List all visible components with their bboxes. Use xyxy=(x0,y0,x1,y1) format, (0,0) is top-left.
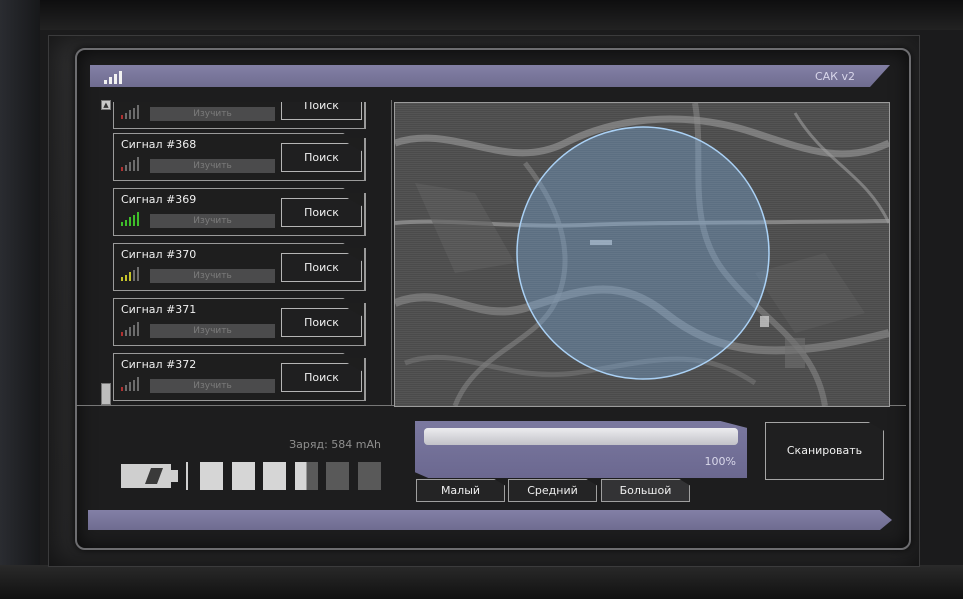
signal-strength-icon xyxy=(104,70,124,84)
battery-cell xyxy=(326,462,349,490)
scan-progress-fill xyxy=(424,428,738,445)
signal-item: Изучить Поиск xyxy=(113,102,366,129)
search-button[interactable]: Поиск xyxy=(281,198,362,227)
map-terrain xyxy=(395,103,889,406)
signal-name: Сигнал #372 xyxy=(121,358,197,371)
battery-cell xyxy=(357,462,381,490)
search-button[interactable]: Поиск xyxy=(281,308,362,337)
background-bottom xyxy=(0,565,963,599)
battery-separator xyxy=(186,462,188,490)
size-large-button[interactable]: Большой xyxy=(601,479,690,502)
battery-cell xyxy=(294,462,318,490)
signal-name: Сигнал #369 xyxy=(121,193,197,206)
signal-bar xyxy=(137,267,139,281)
signal-bar xyxy=(125,219,127,226)
signal-bar xyxy=(129,162,131,171)
scan-progress-bar xyxy=(424,428,738,445)
signal-bar xyxy=(121,332,123,336)
signal-item: Сигнал #369 Изучить Поиск xyxy=(113,188,366,236)
signal-bar xyxy=(129,327,131,336)
signal-bar xyxy=(129,217,131,226)
study-button[interactable]: Изучить xyxy=(150,159,275,173)
background-top xyxy=(0,0,963,30)
background-left xyxy=(0,0,40,599)
signal-item: Сигнал #371 Изучить Поиск xyxy=(113,298,366,346)
battery-cell xyxy=(263,462,286,490)
signal-bar xyxy=(125,329,127,336)
signal-bar xyxy=(121,115,123,119)
signal-bar xyxy=(133,214,135,226)
study-button[interactable]: Изучить xyxy=(150,379,275,393)
signal-bar xyxy=(137,212,139,226)
signal-name: Сигнал #370 xyxy=(121,248,197,261)
signal-name: Сигнал #368 xyxy=(121,138,197,151)
header-bar xyxy=(90,65,890,87)
scroll-up-arrow-icon[interactable]: ▲ xyxy=(101,100,111,110)
panel-divider-vertical xyxy=(391,100,392,406)
scroll-thumb[interactable] xyxy=(101,383,111,405)
battery-cells xyxy=(200,462,382,490)
signal-bar xyxy=(137,105,139,119)
signal-bar xyxy=(125,274,127,281)
signal-bars-icon xyxy=(121,105,147,119)
signal-item: Сигнал #372 Изучить Поиск xyxy=(113,353,366,401)
signal-bar xyxy=(125,112,127,119)
study-button[interactable]: Изучить xyxy=(150,107,275,121)
search-button[interactable]: Поиск xyxy=(281,143,362,172)
signal-bar xyxy=(121,277,123,281)
signal-bar xyxy=(125,164,127,171)
battery-cell xyxy=(231,462,255,490)
footer-bar xyxy=(88,510,892,530)
signal-bar xyxy=(133,269,135,281)
study-button[interactable]: Изучить xyxy=(150,269,275,283)
signal-bar xyxy=(133,324,135,336)
scan-button[interactable]: Сканировать xyxy=(765,422,884,480)
scan-progress-text: 100% xyxy=(704,455,736,468)
signal-bar xyxy=(129,110,131,119)
scan-map[interactable] xyxy=(394,102,890,407)
signal-item: Сигнал #368 Изучить Поиск xyxy=(113,133,366,181)
signal-bar xyxy=(125,384,127,391)
signal-bars-icon xyxy=(121,322,147,336)
signal-item: Сигнал #370 Изучить Поиск xyxy=(113,243,366,291)
signal-bar xyxy=(133,107,135,119)
battery-icon xyxy=(121,462,181,490)
signal-bar xyxy=(137,377,139,391)
search-button[interactable]: Поиск xyxy=(281,253,362,282)
signal-bar xyxy=(121,222,123,226)
size-medium-button[interactable]: Средний xyxy=(508,479,597,502)
signal-bar xyxy=(129,272,131,281)
charge-label: Заряд: 584 mAh xyxy=(289,438,381,451)
battery-cell xyxy=(200,462,223,490)
search-button[interactable]: Поиск xyxy=(281,102,362,120)
study-button[interactable]: Изучить xyxy=(150,214,275,228)
signal-bars-icon xyxy=(121,267,147,281)
signal-bar xyxy=(129,382,131,391)
search-button[interactable]: Поиск xyxy=(281,363,362,392)
signal-name: Сигнал #371 xyxy=(121,303,197,316)
signal-bar xyxy=(137,157,139,171)
signal-bar xyxy=(133,159,135,171)
signal-bar xyxy=(121,387,123,391)
signal-bars-icon xyxy=(121,157,147,171)
app-title: САК v2 xyxy=(814,70,855,83)
signal-bar xyxy=(121,167,123,171)
signal-list: Изучить Поиск Сигнал #368 Изучить Поиск … xyxy=(113,102,368,405)
signal-bar xyxy=(133,379,135,391)
signal-bar xyxy=(137,322,139,336)
size-small-button[interactable]: Малый xyxy=(416,479,505,502)
signal-bars-icon xyxy=(121,212,147,226)
signal-bars-icon xyxy=(121,377,147,391)
study-button[interactable]: Изучить xyxy=(150,324,275,338)
signal-list-scrollbar[interactable]: ▲ xyxy=(100,100,111,405)
